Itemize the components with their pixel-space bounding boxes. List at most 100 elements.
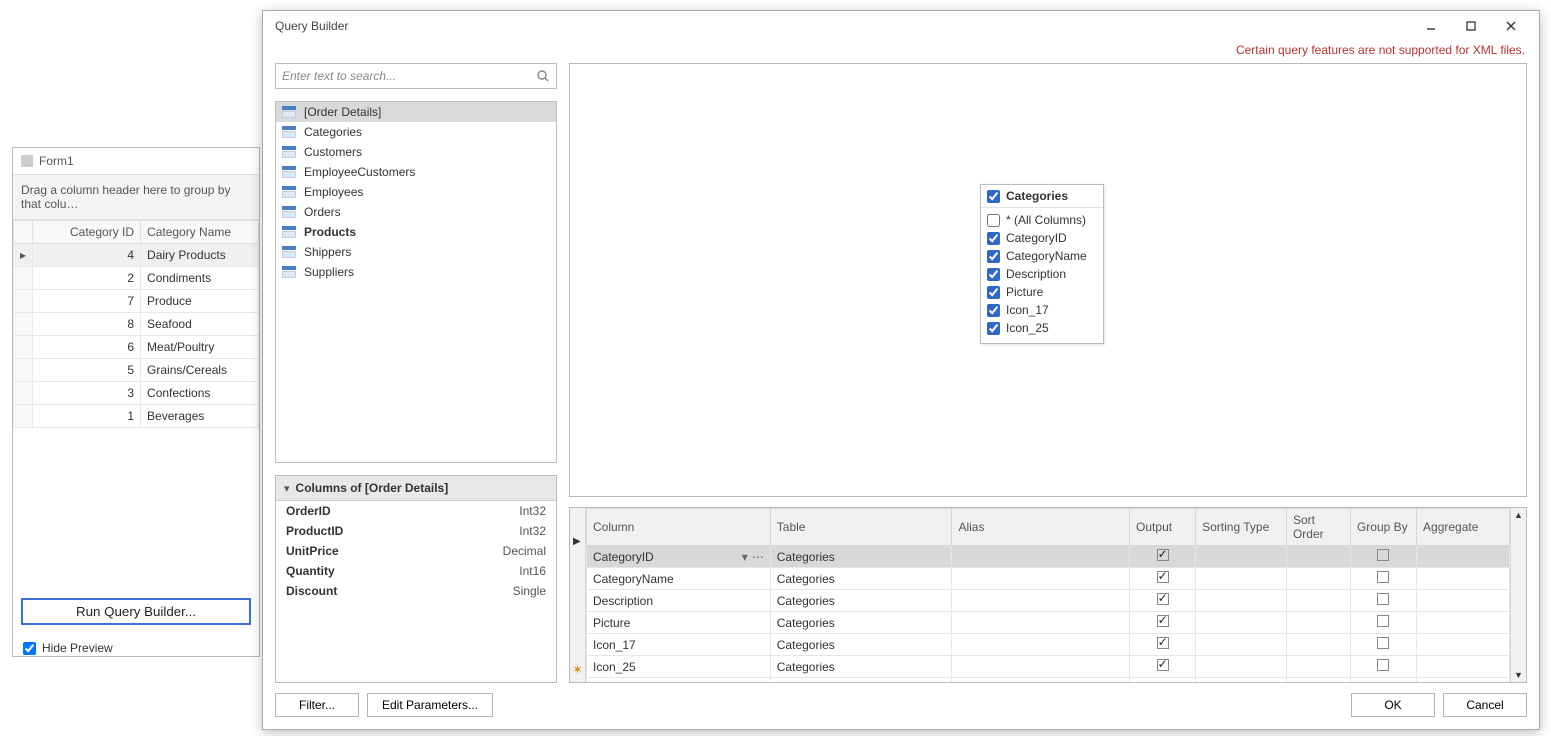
groupby-checkbox[interactable] [1377, 659, 1389, 671]
grid-header-output[interactable]: Output [1130, 509, 1196, 546]
entity-field[interactable]: * (All Columns) [987, 211, 1097, 229]
cell-category-id[interactable]: 8 [33, 313, 141, 336]
cell-alias[interactable] [952, 590, 1130, 612]
cell-aggregate[interactable] [1417, 634, 1510, 656]
output-checkbox[interactable] [1157, 615, 1169, 627]
cell-table[interactable]: Categories [770, 612, 952, 634]
table-row[interactable]: 6Meat/Poultry [14, 336, 259, 359]
cell-output[interactable] [1130, 568, 1196, 590]
table-item[interactable]: Categories [276, 122, 556, 142]
grid-row[interactable]: Icon_17Categories [587, 634, 1510, 656]
entity-box-categories[interactable]: Categories * (All Columns)CategoryIDCate… [980, 184, 1104, 344]
cell-alias[interactable] [952, 656, 1130, 678]
table-row[interactable]: ▸4Dairy Products [14, 244, 259, 267]
cell-alias[interactable] [952, 612, 1130, 634]
cell-output[interactable] [1130, 612, 1196, 634]
cell-sort-type[interactable] [1196, 656, 1287, 678]
entity-field[interactable]: Icon_17 [987, 301, 1097, 319]
cell-group-by[interactable] [1350, 590, 1416, 612]
columns-panel-header[interactable]: ▾ Columns of [Order Details] [276, 476, 556, 501]
cell-table[interactable]: Categories [770, 634, 952, 656]
table-item[interactable]: Suppliers [276, 262, 556, 282]
cell-category-name[interactable]: Seafood [141, 313, 259, 336]
cell-category-id[interactable]: 3 [33, 382, 141, 405]
dropdown-icon[interactable]: ▾ [742, 550, 748, 564]
cell-category-name[interactable]: Grains/Cereals [141, 359, 259, 382]
table-item[interactable]: EmployeeCustomers [276, 162, 556, 182]
cell-output[interactable] [1130, 590, 1196, 612]
cell-category-id[interactable]: 6 [33, 336, 141, 359]
table-row[interactable]: 3Confections [14, 382, 259, 405]
table-row[interactable]: 7Produce [14, 290, 259, 313]
cell-group-by[interactable] [1350, 634, 1416, 656]
table-item[interactable]: [Order Details] [276, 102, 556, 122]
cell-category-name[interactable]: Produce [141, 290, 259, 313]
groupby-checkbox[interactable] [1377, 593, 1389, 605]
entity-field-checkbox[interactable] [987, 232, 1000, 245]
maximize-button[interactable] [1451, 13, 1491, 39]
scroll-down-icon[interactable]: ▼ [1514, 670, 1523, 680]
cell-group-by[interactable] [1350, 612, 1416, 634]
entity-field[interactable]: Description [987, 265, 1097, 283]
cell-alias[interactable] [952, 634, 1130, 656]
entity-field-checkbox[interactable] [987, 322, 1000, 335]
grid-row[interactable]: CategoryNameCategories [587, 568, 1510, 590]
cell-group-by[interactable] [1350, 568, 1416, 590]
cell-sort-type[interactable] [1196, 634, 1287, 656]
entity-field-checkbox[interactable] [987, 268, 1000, 281]
output-checkbox[interactable] [1157, 637, 1169, 649]
cell-group-by[interactable] [1350, 656, 1416, 678]
table-item[interactable]: Customers [276, 142, 556, 162]
col-header-category-name[interactable]: Category Name [141, 221, 259, 244]
cell-column[interactable]: CategoryID⋯▾ [587, 546, 771, 568]
grid-row[interactable]: DescriptionCategories [587, 590, 1510, 612]
cell-sort-order[interactable] [1286, 590, 1350, 612]
col-header-category-id[interactable]: Category ID [33, 221, 141, 244]
grid-scrollbar[interactable]: ▲ ▼ [1510, 508, 1526, 682]
cell-output[interactable] [1130, 656, 1196, 678]
cell-table[interactable]: Categories [770, 590, 952, 612]
scroll-up-icon[interactable]: ▲ [1514, 510, 1523, 520]
column-info-row[interactable]: OrderIDInt32 [276, 501, 556, 521]
cell-sort-order[interactable] [1286, 546, 1350, 568]
entity-field-checkbox[interactable] [987, 214, 1000, 227]
cell-sort-type[interactable] [1196, 546, 1287, 568]
cell-output[interactable] [1130, 546, 1196, 568]
table-row[interactable]: 8Seafood [14, 313, 259, 336]
entity-field[interactable]: CategoryID [987, 229, 1097, 247]
grid-row[interactable]: CategoryID⋯▾Categories [587, 546, 1510, 568]
grid-header-aggregate[interactable]: Aggregate [1417, 509, 1510, 546]
filter-button[interactable]: Filter... [275, 693, 359, 717]
cell-aggregate[interactable] [1417, 546, 1510, 568]
cell-aggregate[interactable] [1417, 590, 1510, 612]
cell-sort-type[interactable] [1196, 612, 1287, 634]
cell-table[interactable]: Categories [770, 568, 952, 590]
cell-table[interactable]: Categories [770, 656, 952, 678]
cell-category-id[interactable]: 2 [33, 267, 141, 290]
grid-header-group-by[interactable]: Group By [1350, 509, 1416, 546]
form1-titlebar[interactable]: Form1 [13, 148, 259, 174]
search-input[interactable] [276, 65, 556, 87]
table-item[interactable]: Products [276, 222, 556, 242]
cell-category-id[interactable]: 4 [33, 244, 141, 267]
table-row[interactable]: 1Beverages [14, 405, 259, 428]
entity-field[interactable]: CategoryName [987, 247, 1097, 265]
column-info-row[interactable]: UnitPriceDecimal [276, 541, 556, 561]
group-by-hint[interactable]: Drag a column header here to group by th… [13, 174, 259, 220]
edit-parameters-button[interactable]: Edit Parameters... [367, 693, 493, 717]
cell-category-name[interactable]: Dairy Products [141, 244, 259, 267]
cell-group-by[interactable] [1350, 546, 1416, 568]
cell-column[interactable]: CategoryName [587, 568, 771, 590]
groupby-checkbox[interactable] [1377, 549, 1389, 561]
cell-aggregate[interactable] [1417, 612, 1510, 634]
cell-column[interactable]: Icon_25 [587, 656, 771, 678]
grid-row[interactable]: PictureCategories [587, 612, 1510, 634]
columns-list[interactable]: OrderIDInt32ProductIDInt32UnitPriceDecim… [276, 501, 556, 682]
hide-preview-checkbox[interactable] [23, 642, 36, 655]
table-row[interactable]: 2Condiments [14, 267, 259, 290]
ellipsis-icon[interactable]: ⋯ [752, 550, 764, 564]
cell-category-name[interactable]: Meat/Poultry [141, 336, 259, 359]
output-checkbox[interactable] [1157, 593, 1169, 605]
column-info-row[interactable]: ProductIDInt32 [276, 521, 556, 541]
grid-header-column[interactable]: Column [587, 509, 771, 546]
